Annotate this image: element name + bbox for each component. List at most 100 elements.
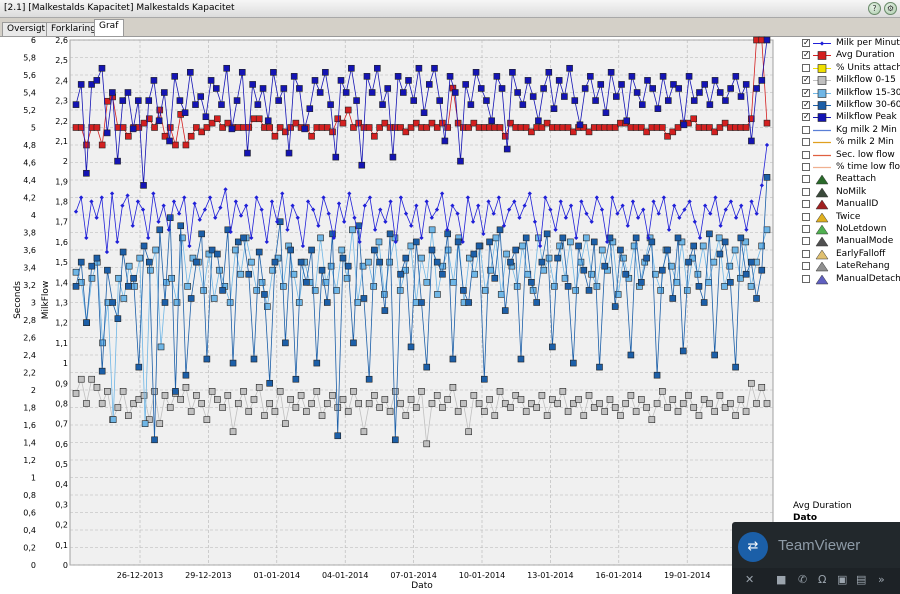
data-point-milkflow-30-60 (72, 283, 80, 290)
legend-label: Milkflow Peak (836, 112, 897, 123)
data-point-milkflow-30-60 (109, 299, 116, 306)
data-point-avg-duration (93, 124, 101, 131)
data-point-milkflow-peak (290, 73, 298, 80)
legend-checkbox[interactable] (802, 138, 810, 147)
legend-checkbox[interactable]: ✓ (802, 101, 810, 109)
legend-checkbox[interactable] (802, 163, 810, 171)
data-point-milkflow-0-15 (229, 428, 237, 436)
legend-item[interactable]: Kg milk 2 Min (802, 125, 900, 137)
legend-item[interactable]: NoLetdown (802, 224, 900, 236)
data-point-avg-duration (371, 132, 378, 140)
data-point-milkflow-30-60 (481, 375, 488, 383)
legend-checkbox[interactable] (802, 200, 810, 209)
data-point-milkflow-0-15 (753, 400, 760, 407)
legend-checkbox[interactable] (802, 237, 810, 246)
teamviewer-panel[interactable]: ⇄ TeamViewer ✕ ■ ✆ Ω ▣ ▤ » (732, 522, 900, 594)
data-point-milkflow-0-15 (580, 412, 588, 419)
legend-checkbox[interactable] (802, 150, 810, 159)
data-point-milkflow-30-60 (622, 270, 629, 278)
y-left-tick-label: 1,6 (23, 421, 36, 430)
legend-item[interactable]: ✓ Milkflow 15-30 (802, 88, 900, 100)
legend-symbol-icon (813, 113, 831, 123)
legend-item[interactable]: ✓ Milkflow Peak (802, 112, 900, 124)
tab-graf[interactable]: Graf (94, 19, 124, 36)
data-point-milkflow-30-60 (449, 355, 457, 363)
legend-item[interactable]: EarlyFalloff (802, 249, 900, 261)
data-point-milkflow-30-60 (187, 295, 195, 302)
legend-item[interactable]: ManualMode (802, 236, 900, 248)
data-point-milkflow-0-15 (632, 408, 640, 415)
legend-checkbox[interactable]: ✓ (802, 76, 810, 85)
legend-checkbox[interactable]: ✓ (802, 88, 810, 97)
legend-marker (817, 113, 827, 123)
more-icon[interactable]: » (878, 573, 885, 586)
data-point-milkflow-peak (493, 73, 501, 80)
data-point-avg-duration (763, 119, 771, 127)
data-point-milkflow-15-30 (210, 295, 218, 302)
legend-checkbox[interactable]: ✓ (802, 39, 810, 47)
legend-item[interactable]: Sec. low flow (802, 150, 900, 162)
data-point-milkflow-30-60 (83, 319, 90, 326)
chat-icon[interactable]: ▣ (837, 573, 847, 586)
data-point-milkflow-30-60 (512, 246, 520, 254)
legend-item[interactable]: NoMilk (802, 187, 900, 199)
data-point-milkflow-peak (727, 85, 734, 92)
data-point-milkflow-15-30 (705, 279, 712, 286)
legend-item[interactable]: % time low flow (802, 162, 900, 174)
legend-item[interactable]: ✓ Milkflow 30-60 (802, 100, 900, 112)
data-point-milkflow-30-60 (611, 303, 619, 310)
screen-icon[interactable]: ▤ (856, 573, 866, 586)
legend-checkbox[interactable] (802, 249, 810, 258)
data-point-milkflow-30-60 (93, 254, 101, 262)
legend-checkbox[interactable] (802, 225, 810, 233)
data-point-milkflow-30-60 (145, 258, 153, 266)
y-left-tick-label: 2 (31, 386, 36, 395)
legend-checkbox[interactable]: ✓ (802, 51, 810, 60)
legend-item[interactable]: LateRehang (802, 261, 900, 273)
headset-icon[interactable]: Ω (818, 573, 826, 586)
legend-item[interactable]: ManualID (802, 199, 900, 211)
legend-item[interactable]: % milk 2 Min (802, 137, 900, 149)
legend-checkbox[interactable] (802, 274, 810, 283)
legend-checkbox[interactable]: ✓ (802, 113, 810, 122)
legend-item[interactable]: ✓ Milkflow 0-15 (802, 75, 900, 87)
legend-item[interactable]: ManualDetach (802, 274, 900, 286)
legend-item[interactable]: ✓ Avg Duration (802, 50, 900, 62)
data-point-milkflow-peak (202, 113, 210, 121)
legend-item[interactable]: ✓ Milk per Minute (802, 38, 900, 50)
data-point-milkflow-0-15 (627, 392, 635, 399)
data-point-milkflow-0-15 (318, 412, 326, 419)
data-point-milkflow-peak (425, 81, 433, 88)
data-point-milkflow-15-30 (715, 234, 723, 242)
data-point-milkflow-30-60 (140, 242, 148, 250)
data-point-milkflow-0-15 (559, 388, 567, 395)
data-point-milkflow-0-15 (125, 412, 132, 419)
data-point-avg-duration (501, 132, 509, 140)
legend-item[interactable]: % Units attache (802, 63, 900, 75)
x-tick-label: 13-01-2014 (527, 571, 574, 580)
data-point-milkflow-0-15 (261, 412, 268, 419)
data-point-milkflow-0-15 (355, 400, 362, 407)
legend-checkbox[interactable] (802, 125, 810, 134)
camera-icon[interactable]: ■ (776, 573, 786, 586)
data-point-milkflow-30-60 (439, 270, 446, 278)
data-point-milkflow-0-15 (481, 408, 488, 415)
legend-checkbox[interactable] (802, 262, 810, 271)
close-icon[interactable]: ✕ (745, 573, 754, 586)
data-point-milkflow-30-60 (763, 174, 771, 181)
phone-icon[interactable]: ✆ (798, 573, 807, 586)
data-point-milkflow-peak (633, 89, 641, 96)
data-point-milkflow-15-30 (497, 291, 505, 298)
legend-checkbox[interactable] (802, 212, 810, 221)
x-tick-label: 16-01-2014 (596, 571, 643, 580)
data-point-milkflow-30-60 (433, 258, 441, 266)
legend-item[interactable]: Reattach (802, 174, 900, 186)
legend-item[interactable]: Twice (802, 212, 900, 224)
legend-checkbox[interactable] (802, 63, 810, 72)
teamviewer-name: TeamViewer (778, 537, 861, 554)
data-point-milkflow-15-30 (418, 254, 425, 262)
legend-checkbox[interactable] (802, 175, 810, 184)
data-point-milkflow-peak (446, 73, 454, 80)
data-point-milkflow-peak (514, 89, 521, 96)
legend-checkbox[interactable] (802, 187, 810, 196)
